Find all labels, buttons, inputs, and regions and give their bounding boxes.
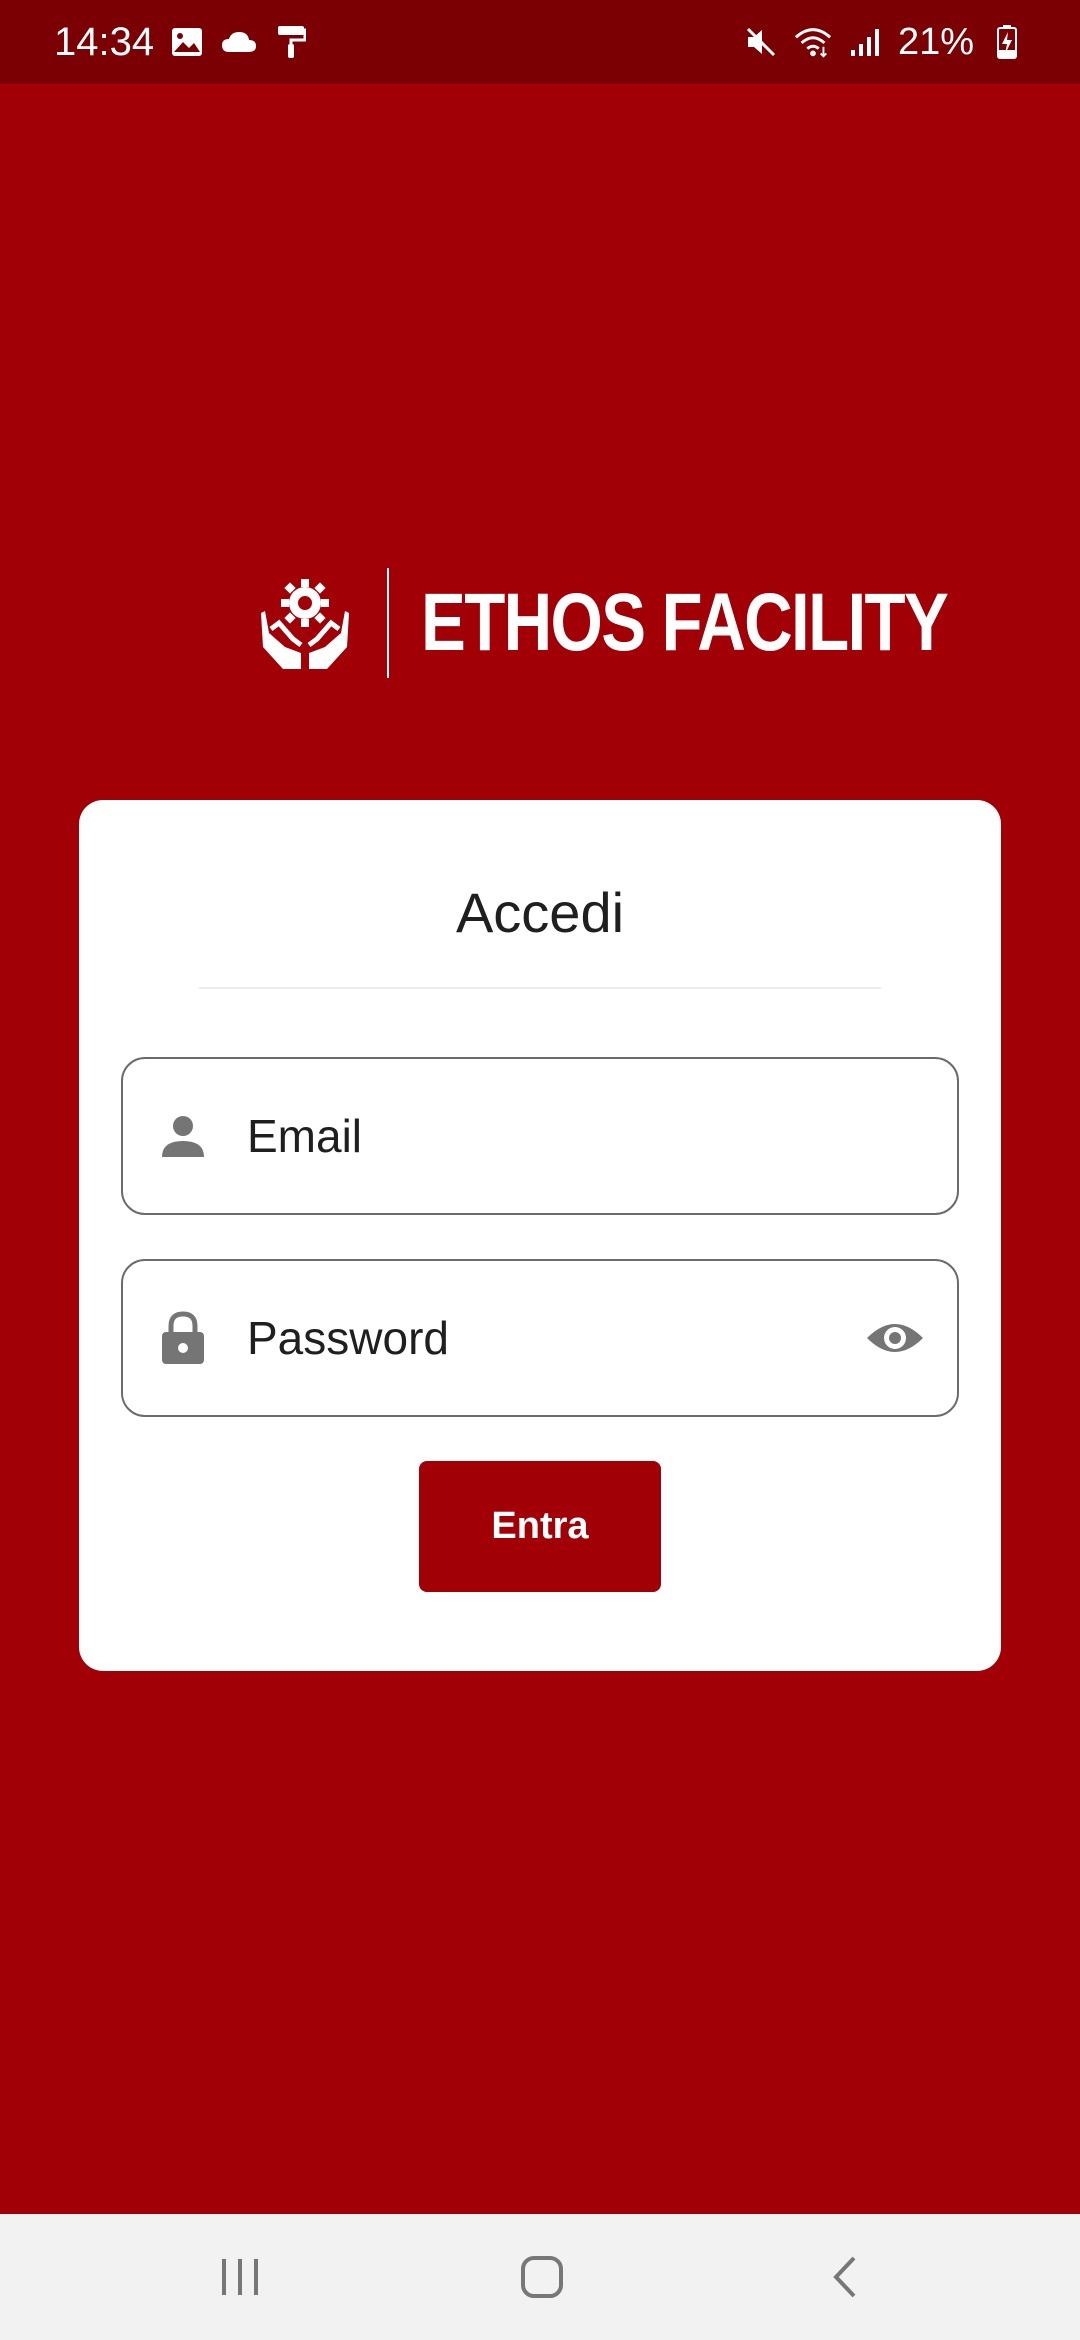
paint-roller-icon: [272, 23, 310, 61]
brand-logo: ETHOS FACILITY: [255, 565, 1063, 680]
status-time: 14:34: [54, 19, 155, 64]
system-nav-bar: [0, 2214, 1080, 2340]
wifi-icon: [794, 23, 832, 61]
status-bar-right: 21%: [742, 21, 1026, 64]
password-field[interactable]: [121, 1259, 959, 1417]
status-bar: 14:34 21%: [0, 0, 1080, 84]
battery-percent: 21%: [897, 20, 974, 63]
title-divider: [199, 987, 881, 989]
mute-icon: [742, 23, 780, 61]
email-input[interactable]: [247, 1059, 847, 1213]
cloud-icon: [220, 23, 258, 61]
back-icon[interactable]: [805, 2237, 885, 2317]
password-input[interactable]: [247, 1261, 847, 1415]
logo-divider: [387, 567, 389, 678]
hands-gear-icon: [255, 573, 355, 673]
show-password-eye-icon[interactable]: [863, 1306, 927, 1370]
brand-name: ETHOS FACILITY: [421, 576, 949, 668]
login-title: Accedi: [455, 881, 625, 944]
signal-icon: [846, 23, 884, 61]
recent-apps-icon[interactable]: [200, 2237, 280, 2317]
email-field[interactable]: [121, 1057, 959, 1215]
battery-charging-icon: [988, 23, 1026, 61]
status-bar-left: 14:34: [54, 20, 310, 65]
lock-icon: [159, 1310, 207, 1366]
login-submit-button[interactable]: Entra: [419, 1461, 661, 1592]
gallery-icon: [168, 23, 206, 61]
home-icon[interactable]: [502, 2237, 582, 2317]
person-icon: [159, 1108, 207, 1164]
login-card: Accedi Entra: [79, 800, 1001, 1671]
